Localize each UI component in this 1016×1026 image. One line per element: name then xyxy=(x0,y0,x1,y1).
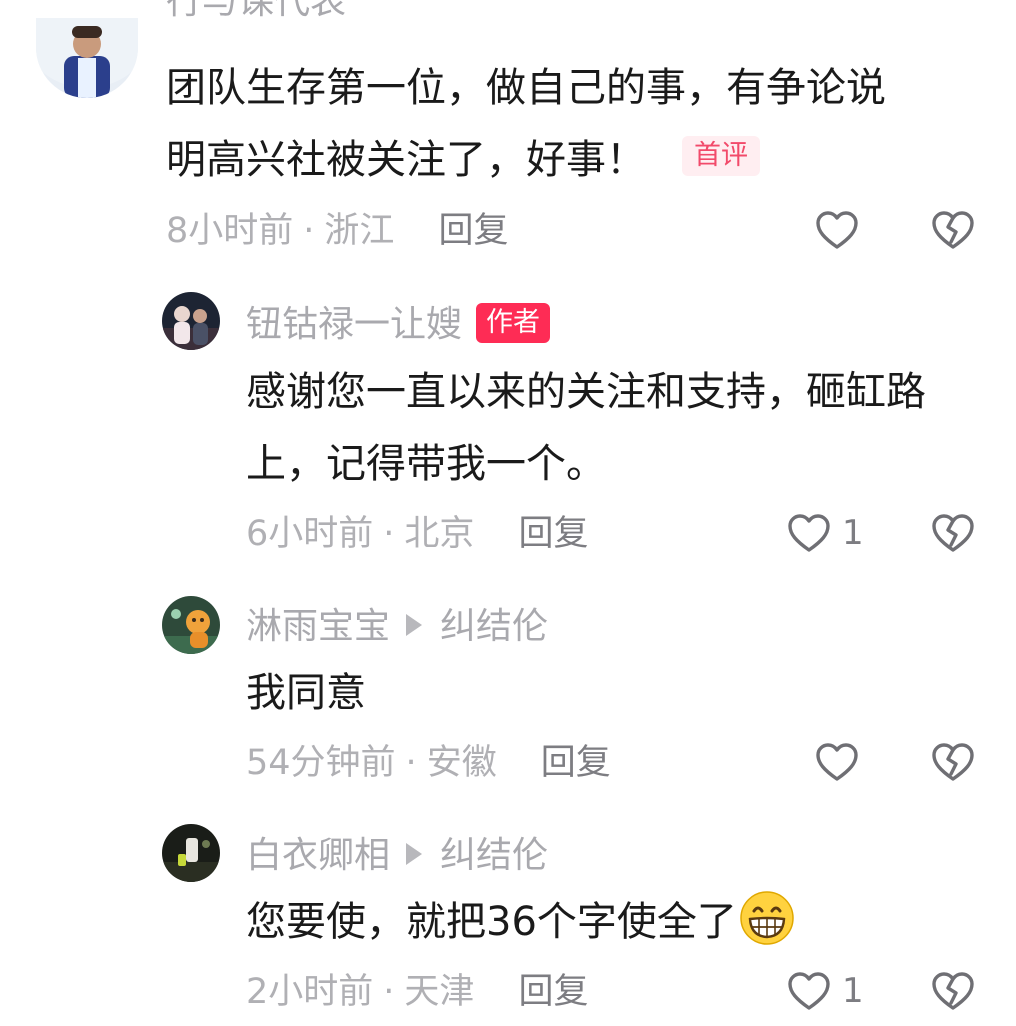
avatar-image xyxy=(162,292,220,350)
heart-outline-icon xyxy=(788,514,830,552)
comment-text: 团队生存第一位，做自己的事，有争论说 明高兴社被关注了，好事！ 首评 xyxy=(166,52,886,196)
avatar[interactable] xyxy=(162,596,220,654)
like-button[interactable] xyxy=(814,737,870,787)
comment-time: 2小时前 xyxy=(246,972,374,1012)
meta-separator: · xyxy=(303,211,315,251)
broken-heart-icon xyxy=(932,514,974,552)
comment-text-line-content: 明高兴社被关注了，好事！ xyxy=(166,137,646,183)
meta-separator: · xyxy=(405,743,417,783)
comment-text-line-content: 您要使，就把36个字使全了 xyxy=(246,899,737,945)
like-button[interactable]: 1 xyxy=(786,508,864,558)
comment-location: 天津 xyxy=(404,972,475,1012)
comment-author-name[interactable]: 白衣卿相 xyxy=(246,835,390,876)
avatar-image xyxy=(162,824,220,882)
comment-text-line: 团队生存第一位，做自己的事，有争论说 xyxy=(166,65,886,111)
like-count: 1 xyxy=(842,971,864,1011)
broken-heart-icon xyxy=(932,211,974,249)
avatar[interactable] xyxy=(162,292,220,350)
dislike-button[interactable] xyxy=(930,209,976,251)
grinning-emoji-icon xyxy=(740,891,794,945)
reply-button[interactable]: 回复 xyxy=(518,514,588,554)
comment-meta: 8小时前 · 浙江 回复 xyxy=(166,209,508,253)
comment-text: 我同意 xyxy=(246,657,366,729)
heart-outline-icon xyxy=(788,972,830,1010)
comment-author-name-row: 白衣卿相 纠结伦 xyxy=(246,834,548,878)
comment-location: 北京 xyxy=(404,514,475,554)
comment-time: 6小时前 xyxy=(246,514,374,554)
triangle-right-icon xyxy=(406,843,423,865)
dislike-button[interactable] xyxy=(930,512,976,554)
heart-outline-icon xyxy=(816,211,858,249)
comment-author-name-row: 钮钴禄一让嫂 作者 xyxy=(246,303,551,347)
avatar[interactable] xyxy=(162,824,220,882)
comment-author-name[interactable]: 淋雨宝宝 xyxy=(246,606,390,647)
reply-to-name[interactable]: 纠结伦 xyxy=(440,606,548,647)
comment-text-line: 上，记得带我一个。 xyxy=(246,441,606,487)
comment-author-name[interactable]: 行与课代表 xyxy=(166,0,346,24)
avatar[interactable] xyxy=(36,18,138,98)
comment-author-name[interactable]: 钮钴禄一让嫂 xyxy=(246,304,462,345)
like-count: 1 xyxy=(842,513,864,553)
like-button[interactable]: 1 xyxy=(786,966,864,1016)
reply-to-name[interactable]: 纠结伦 xyxy=(440,835,548,876)
reply-button[interactable]: 回复 xyxy=(518,972,588,1012)
comment-text: 您要使，就把36个字使全了 xyxy=(246,886,795,958)
comment-time: 54分钟前 xyxy=(246,743,396,783)
comment-time: 8小时前 xyxy=(166,211,294,251)
comment-location: 安徽 xyxy=(426,743,497,783)
comment-author-name-row: 淋雨宝宝 纠结伦 xyxy=(246,605,548,649)
comment-meta: 2小时前 · 天津 回复 xyxy=(246,970,588,1014)
dislike-button[interactable] xyxy=(930,970,976,1012)
first-comment-badge: 首评 xyxy=(682,136,760,176)
broken-heart-icon xyxy=(932,972,974,1010)
dislike-button[interactable] xyxy=(930,741,976,783)
reply-button[interactable]: 回复 xyxy=(541,743,611,783)
avatar-image xyxy=(36,18,138,98)
triangle-right-icon xyxy=(406,614,423,636)
meta-separator: · xyxy=(383,514,395,554)
meta-separator: · xyxy=(383,972,395,1012)
comment-text: 感谢您一直以来的关注和支持，砸缸路 上，记得带我一个。 xyxy=(246,356,926,500)
comment-text-line: 我同意 xyxy=(246,670,366,716)
comment-text-line: 您要使，就把36个字使全了 xyxy=(246,886,795,958)
author-badge: 作者 xyxy=(476,303,551,343)
comment-list: 行与课代表 团队生存第一位，做自己的事，有争论说 明高兴社被关注了，好事！ 首评 … xyxy=(0,0,1016,1026)
like-button[interactable] xyxy=(814,205,870,255)
avatar-image xyxy=(162,596,220,654)
comment-text-line: 感谢您一直以来的关注和支持，砸缸路 xyxy=(246,369,926,415)
comment-meta: 6小时前 · 北京 回复 xyxy=(246,512,588,556)
reply-button[interactable]: 回复 xyxy=(438,211,508,251)
comment-location: 浙江 xyxy=(324,211,395,251)
comment-meta: 54分钟前 · 安徽 回复 xyxy=(246,741,611,785)
comment-text-line: 明高兴社被关注了，好事！ 首评 xyxy=(166,124,886,196)
heart-outline-icon xyxy=(816,743,858,781)
broken-heart-icon xyxy=(932,743,974,781)
